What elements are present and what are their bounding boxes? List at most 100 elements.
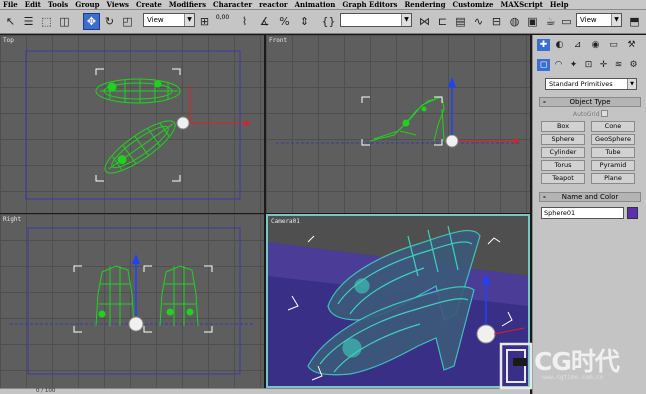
time-slider[interactable]: 0 / 100 <box>0 388 530 394</box>
camera-view-drawing <box>268 225 528 386</box>
menu-create[interactable]: Create <box>136 0 162 10</box>
menu-reactor[interactable]: reactor <box>259 0 288 10</box>
sphere-object[interactable] <box>445 134 459 148</box>
menu-rendering[interactable]: Rendering <box>404 0 445 10</box>
snap-toggle-icon[interactable]: ⌇ <box>236 13 253 30</box>
render-view-select[interactable]: View ▼ <box>576 13 622 27</box>
select-and-rotate-icon[interactable]: ↻ <box>101 13 118 30</box>
render-type-icon[interactable]: ▭ <box>558 13 575 30</box>
curve-editor-icon[interactable]: ∿ <box>470 13 487 30</box>
spinner-snap-icon[interactable]: ⇕ <box>296 13 313 30</box>
tube-button[interactable]: Tube <box>591 147 635 158</box>
selection-bracket <box>361 96 443 146</box>
plane-button[interactable]: Plane <box>591 173 635 184</box>
display-tab-icon[interactable]: ▭ <box>607 39 620 51</box>
snap-percent-icon[interactable]: 0,00 <box>214 13 231 30</box>
front-view-drawing <box>276 77 520 148</box>
space-warps-icon[interactable]: ≋ <box>612 59 625 71</box>
cameras-icon[interactable]: ⊡ <box>582 59 595 71</box>
mirror-icon[interactable]: ⋈ <box>416 13 433 30</box>
box-button[interactable]: Box <box>541 121 585 132</box>
select-object-icon[interactable]: ↖ <box>2 13 19 30</box>
viewport-camera[interactable]: Camera01 <box>266 214 530 388</box>
hierarchy-tab-icon[interactable]: ⊿ <box>571 39 584 51</box>
menu-character[interactable]: Character <box>213 0 252 10</box>
material-editor-icon[interactable]: ◍ <box>506 13 523 30</box>
shoe-wireframe <box>95 78 181 104</box>
angle-snap-icon[interactable]: ∡ <box>256 13 273 30</box>
systems-icon[interactable]: ⚙ <box>627 59 640 71</box>
main-toolbar: ↖ ☰ ⬚ ◫ ✥ ↻ ◰ View ▼ ⊞ 0,00 ⌇ ∡ % ⇕ {} ▼ … <box>0 10 646 34</box>
menu-graph-editors[interactable]: Graph Editors <box>342 0 397 10</box>
chevron-down-icon: ▼ <box>184 14 194 26</box>
shoe-wireframe <box>307 225 481 376</box>
camera-frustum <box>27 227 241 375</box>
geosphere-button[interactable]: GeoSphere <box>591 134 635 145</box>
camera-frustum <box>25 50 241 200</box>
select-and-move-icon[interactable]: ✥ <box>83 13 100 30</box>
menu-tools[interactable]: Tools <box>48 0 68 10</box>
helpers-icon[interactable]: ✛ <box>597 59 610 71</box>
viewport-front[interactable]: Front <box>266 35 530 213</box>
autogrid-checkbox[interactable] <box>601 110 608 117</box>
select-and-scale-icon[interactable]: ◰ <box>119 13 136 30</box>
menu-maxscript[interactable]: MAXScript <box>501 0 543 10</box>
named-selection-select[interactable]: ▼ <box>340 13 412 27</box>
pivot-center-icon[interactable]: ⊞ <box>196 13 213 30</box>
motion-tab-icon[interactable]: ◉ <box>589 39 602 51</box>
sphere-object[interactable] <box>476 324 496 344</box>
primitive-category-select[interactable]: Standard Primitives ▼ <box>545 78 637 90</box>
utilities-tab-icon[interactable]: ⚒ <box>625 39 638 51</box>
lights-icon[interactable]: ✦ <box>567 59 580 71</box>
object-type-rollout-header[interactable]: - Object Type <box>539 97 641 107</box>
rectangular-selection-icon[interactable]: ⬚ <box>38 13 55 30</box>
sphere-object[interactable] <box>128 316 144 332</box>
name-and-color-rollout-header[interactable]: - Name and Color <box>539 192 641 202</box>
geometry-icon[interactable]: ◻ <box>537 59 550 71</box>
menu-group[interactable]: Group <box>75 0 99 10</box>
menu-modifiers[interactable]: Modifiers <box>169 0 206 10</box>
pyramid-button[interactable]: Pyramid <box>591 160 635 171</box>
menu-animation[interactable]: Animation <box>295 0 336 10</box>
torus-button[interactable]: Torus <box>541 160 585 171</box>
reference-coordinate-select[interactable]: View ▼ <box>143 13 195 27</box>
align-icon[interactable]: ⊏ <box>434 13 451 30</box>
chevron-down-icon: ▼ <box>401 14 411 26</box>
sphere-button[interactable]: Sphere <box>541 134 585 145</box>
viewport-top[interactable]: Top <box>0 35 264 213</box>
object-color-swatch[interactable] <box>627 207 638 219</box>
cylinder-button[interactable]: Cylinder <box>541 147 585 158</box>
shoe-wireframe <box>95 265 199 327</box>
quick-render-icon[interactable]: ☕ <box>542 13 559 30</box>
modify-tab-icon[interactable]: ◐ <box>553 39 566 51</box>
top-view-drawing <box>25 50 251 200</box>
watermark: CG时代 www.cgtime.com.cn <box>498 340 646 394</box>
layer-manager-icon[interactable]: ▤ <box>452 13 469 30</box>
frame-counter: 0 / 100 <box>36 388 56 394</box>
shapes-icon[interactable]: ◠ <box>552 59 565 71</box>
edit-named-selection-icon[interactable]: {} <box>320 13 337 30</box>
menu-help[interactable]: Help <box>550 0 569 10</box>
sphere-object[interactable] <box>176 116 190 130</box>
schematic-view-icon[interactable]: ⊟ <box>488 13 505 30</box>
object-name-field[interactable]: Sphere01 <box>541 207 624 219</box>
render-scene-icon[interactable]: ▣ <box>524 13 541 30</box>
create-tab-icon[interactable]: ✚ <box>537 39 550 51</box>
teapot-button[interactable]: Teapot <box>541 173 585 184</box>
watermark-brand: CG时代 <box>534 347 620 376</box>
cg-logo-icon <box>499 342 533 390</box>
chevron-down-icon: ▼ <box>627 79 636 89</box>
percent-snap-icon[interactable]: % <box>276 13 293 30</box>
menu-customize[interactable]: Customize <box>453 0 494 10</box>
viewport-right[interactable]: Right <box>0 214 264 388</box>
menu-file[interactable]: File <box>3 0 18 10</box>
autogrid-label: AutoGrid <box>573 111 600 118</box>
window-crossing-icon[interactable]: ◫ <box>56 13 73 30</box>
cone-button[interactable]: Cone <box>591 121 635 132</box>
render-production-icon[interactable]: ⬒ <box>626 13 643 30</box>
chevron-down-icon: ▼ <box>611 14 621 26</box>
menu-views[interactable]: Views <box>107 0 129 10</box>
shoe-wireframe <box>369 96 445 142</box>
select-by-name-icon[interactable]: ☰ <box>20 13 37 30</box>
menu-edit[interactable]: Edit <box>25 0 41 10</box>
